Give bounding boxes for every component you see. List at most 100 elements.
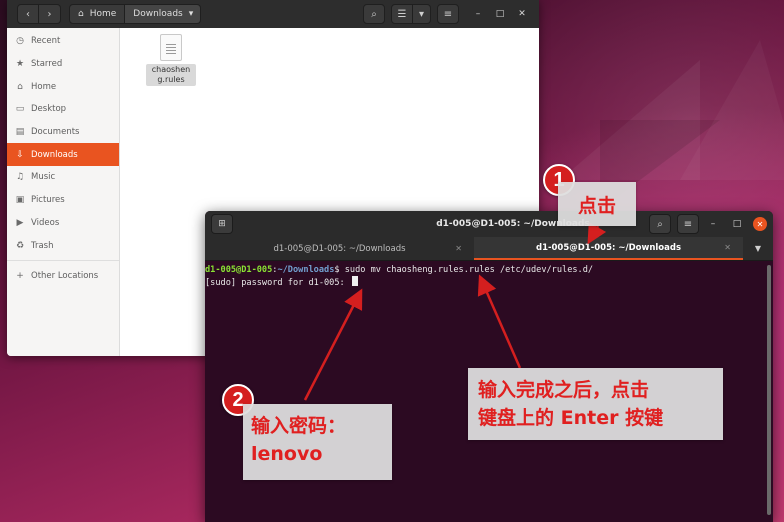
breadcrumb-home-label: Home (89, 9, 117, 19)
sidebar-item-label: Downloads (31, 149, 78, 160)
sidebar-item-label: Music (31, 172, 56, 183)
home-icon: ⌂ (17, 81, 23, 92)
chevron-right-icon: › (47, 8, 52, 20)
music-icon: ♫ (15, 172, 25, 183)
desktop-icon: ▭ (15, 104, 25, 115)
file-item[interactable]: chaosheng.rules (146, 34, 196, 86)
close-tab-icon[interactable]: ✕ (455, 244, 462, 253)
close-icon: ✕ (518, 9, 526, 19)
callout-enter: 输入完成之后，点击 键盘上的 Enter 按键 (468, 368, 723, 440)
prompt-user: d1-005@D1-005 (205, 265, 273, 275)
clock-icon: ◷ (16, 36, 24, 47)
star-icon: ★ (15, 59, 25, 70)
chevron-left-icon: ‹ (26, 8, 30, 20)
sidebar-item-pictures[interactable]: ▣ Pictures (7, 189, 119, 212)
sidebar-divider (7, 259, 119, 261)
minimize-button[interactable]: – (703, 214, 723, 234)
sidebar-item-documents[interactable]: ▤ Documents (7, 121, 119, 144)
maximize-icon: □ (732, 219, 742, 229)
sidebar-item-desktop[interactable]: ▭ Desktop (7, 98, 119, 121)
sidebar-item-label: Videos (31, 217, 60, 228)
sidebar-item-other-locations[interactable]: + Other Locations (7, 265, 119, 288)
chevron-down-icon: ▼ (754, 244, 762, 253)
document-icon: ▤ (15, 127, 25, 138)
close-button[interactable]: ✕ (511, 4, 533, 24)
callout-click: 点击 (558, 182, 636, 226)
callout-password-line1: 输入密码： (251, 415, 347, 437)
password-prompt: [sudo] password for d1-005: (205, 278, 350, 288)
wallpaper-shape (680, 40, 784, 180)
terminal-scrollbar[interactable] (767, 265, 771, 515)
close-icon: ✕ (756, 219, 764, 229)
text-cursor (351, 276, 358, 286)
sidebar-item-label: Desktop (31, 104, 67, 115)
terminal-tab-bar: d1-005@D1-005: ~/Downloads ✕ d1-005@D1-0… (205, 237, 773, 261)
sidebar-item-label: Documents (31, 127, 80, 138)
minimize-button[interactable]: – (467, 4, 489, 24)
home-icon: ⌂ (78, 9, 84, 19)
plus-icon: + (16, 271, 24, 282)
search-button[interactable]: ⌕ (363, 4, 385, 24)
terminal-titlebar: ⊞ d1-005@D1-005: ~/Downloads ⌕ ≡ – □ ✕ (205, 211, 773, 237)
terminal-line: [sudo] password for d1-005: (205, 276, 763, 289)
sidebar-item-label: Starred (31, 59, 63, 70)
view-list-button[interactable]: ☰ (391, 4, 413, 24)
maximize-button[interactable]: □ (489, 4, 511, 24)
sidebar-item-home[interactable]: ⌂ Home (7, 75, 119, 98)
sidebar-item-label: Home (31, 81, 57, 92)
chevron-down-icon: ▾ (418, 8, 425, 20)
sidebar-item-trash[interactable]: ♻ Trash (7, 234, 119, 257)
files-header-bar: ‹ › ⌂ Home Downloads ▾ ⌕ ☰ ▾ ≡ – □ ✕ (7, 0, 539, 28)
sidebar-item-videos[interactable]: ▶ Videos (7, 212, 119, 235)
search-icon: ⌕ (371, 8, 377, 20)
sidebar-item-downloads[interactable]: ⇩ Downloads (7, 143, 119, 167)
callout-password: 输入密码： lenovo (243, 404, 392, 480)
menu-button[interactable]: ≡ (437, 4, 459, 24)
sidebar-item-music[interactable]: ♫ Music (7, 166, 119, 189)
minimize-icon: – (710, 219, 716, 229)
sidebar-item-starred[interactable]: ★ Starred (7, 53, 119, 76)
maximize-button[interactable]: □ (727, 214, 747, 234)
terminal-line: d1-005@D1-005:~/Downloads$ sudo mv chaos… (205, 265, 763, 276)
back-button[interactable]: ‹ (17, 4, 39, 24)
prompt-path: ~/Downloads (277, 265, 335, 275)
search-button[interactable]: ⌕ (649, 214, 671, 234)
sidebar-item-label: Other Locations (31, 271, 99, 282)
tab-list-button[interactable]: ▼ (743, 237, 773, 260)
video-icon: ▶ (16, 217, 24, 228)
breadcrumb-current[interactable]: Downloads ▾ (125, 4, 202, 24)
menu-button[interactable]: ≡ (677, 214, 699, 234)
list-icon: ☰ (397, 8, 407, 20)
download-icon: ⇩ (16, 149, 24, 160)
close-button[interactable]: ✕ (753, 217, 767, 231)
forward-button[interactable]: › (39, 4, 61, 24)
sidebar-item-label: Recent (31, 36, 61, 47)
chevron-down-icon: ▾ (188, 9, 194, 19)
terminal-icon: ⊞ (218, 219, 226, 229)
tab-terminal-2[interactable]: d1-005@D1-005: ~/Downloads ✕ (474, 237, 743, 260)
view-options-button[interactable]: ▾ (413, 4, 431, 24)
sidebar-item-label: Trash (31, 240, 54, 251)
file-name: chaosheng.rules (146, 64, 196, 86)
trash-icon: ♻ (15, 240, 25, 251)
hamburger-icon: ≡ (683, 218, 693, 230)
search-icon: ⌕ (657, 218, 663, 230)
maximize-icon: □ (495, 9, 505, 19)
new-tab-button[interactable]: ⊞ (211, 214, 233, 234)
sidebar-item-recent[interactable]: ◷ Recent (7, 30, 119, 53)
picture-icon: ▣ (15, 195, 25, 206)
callout-enter-line2: 键盘上的 Enter 按键 (478, 407, 664, 429)
command-text: $ sudo mv chaosheng.rules.rules /etc/ude… (334, 265, 594, 275)
breadcrumb-current-label: Downloads (133, 9, 183, 19)
hamburger-icon: ≡ (443, 8, 453, 20)
tab-label: d1-005@D1-005: ~/Downloads (535, 242, 682, 253)
close-tab-icon[interactable]: ✕ (724, 243, 731, 252)
sidebar-item-label: Pictures (31, 195, 65, 206)
tab-terminal-1[interactable]: d1-005@D1-005: ~/Downloads ✕ (205, 237, 474, 260)
callout-enter-line1: 输入完成之后，点击 (478, 379, 650, 401)
breadcrumb-home[interactable]: ⌂ Home (69, 4, 126, 24)
callout-password-line2: lenovo (251, 443, 323, 465)
minimize-icon: – (475, 9, 481, 19)
tab-label: d1-005@D1-005: ~/Downloads (273, 243, 406, 254)
sidebar: ◷ Recent ★ Starred ⌂ Home ▭ Desktop ▤ Documen… (7, 28, 120, 356)
